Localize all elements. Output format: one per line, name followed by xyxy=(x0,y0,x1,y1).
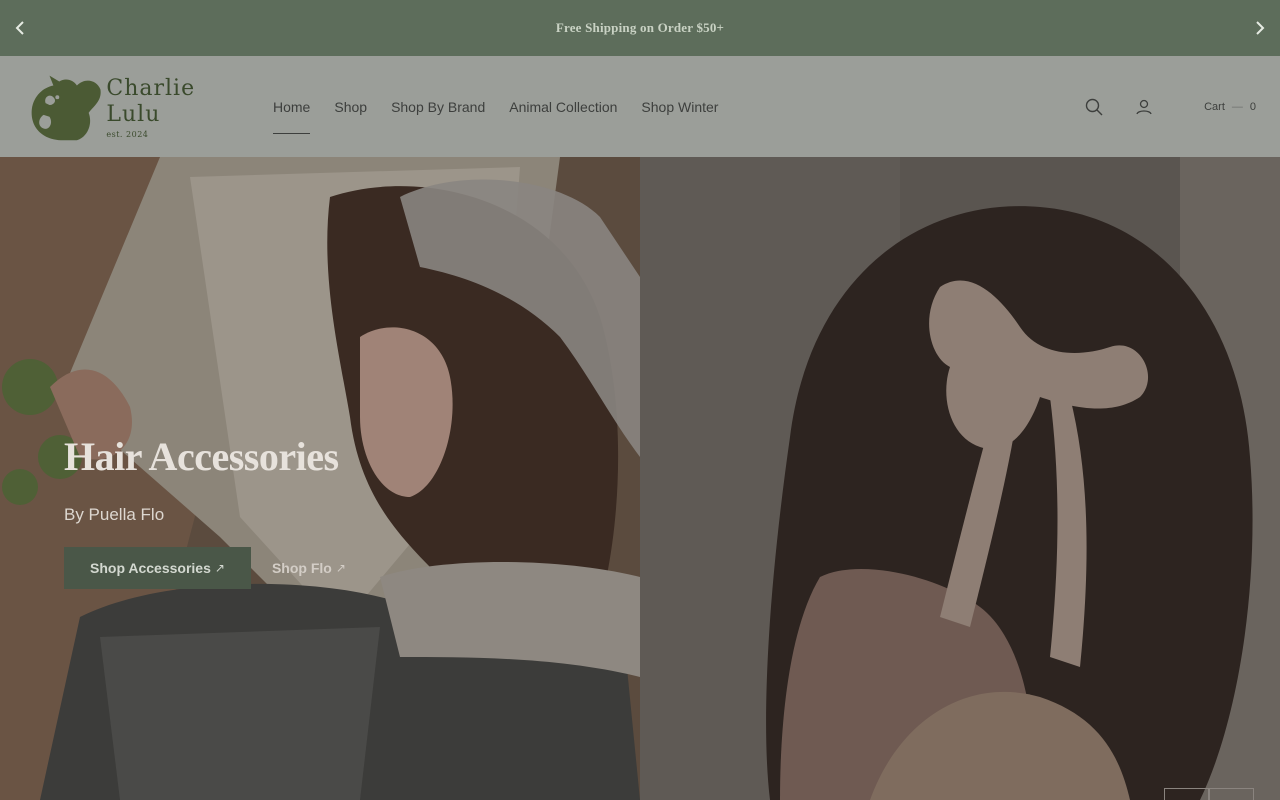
squirrel-logo-icon xyxy=(31,75,101,141)
hero-subtitle: By Puella Flo xyxy=(64,505,165,524)
nav-item-shop[interactable]: Shop xyxy=(334,56,367,157)
hero-image-right xyxy=(640,157,1280,800)
nav-item-animal-collection[interactable]: Animal Collection xyxy=(509,56,617,157)
announcement-bar: Free Shipping on Order $50+ xyxy=(0,0,1280,56)
hero-ctas: Shop Accessories ↗ Shop Flo ↗ xyxy=(64,547,346,589)
announcement-text: Free Shipping on Order $50+ xyxy=(555,20,725,35)
cart-separator: — xyxy=(1231,100,1243,113)
header-tools: Cart — 0 xyxy=(1054,56,1256,157)
slider-controls xyxy=(1164,788,1254,800)
nav-item-shop-by-brand[interactable]: Shop By Brand xyxy=(391,56,485,157)
hero-banner: Hair Accessories By Puella Flo Shop Acce… xyxy=(0,157,1280,800)
logo-name: Charlie Lulu xyxy=(106,75,196,127)
announcement-next-button[interactable] xyxy=(1248,16,1272,40)
main-nav: Home Shop Shop By Brand Animal Collectio… xyxy=(273,56,742,157)
search-button[interactable] xyxy=(1084,97,1104,117)
cart-label: Cart xyxy=(1204,100,1225,113)
slider-prev-button[interactable] xyxy=(1164,788,1209,800)
slider-next-button[interactable] xyxy=(1209,788,1254,800)
hero-title: Hair Accessories xyxy=(64,434,339,479)
shop-accessories-label: Shop Accessories xyxy=(90,560,211,576)
site-header: Charlie Lulu est. 2024 Home Shop Shop By… xyxy=(0,56,1280,157)
search-icon xyxy=(1085,98,1103,115)
chevron-left-icon xyxy=(15,21,24,35)
nav-item-shop-winter[interactable]: Shop Winter xyxy=(641,56,718,157)
shop-accessories-button[interactable]: Shop Accessories ↗ xyxy=(64,547,251,589)
external-arrow-icon: ↗ xyxy=(214,561,225,575)
cart-button[interactable]: Cart — 0 xyxy=(1204,101,1256,113)
hero-content: Hair Accessories By Puella Flo Shop Acce… xyxy=(64,434,346,589)
cart-count: 0 xyxy=(1249,100,1256,113)
external-arrow-icon: ↗ xyxy=(335,561,346,575)
user-icon xyxy=(1136,99,1152,114)
shop-flo-link[interactable]: Shop Flo ↗ xyxy=(272,560,346,576)
logo-tagline: est. 2024 xyxy=(106,129,149,139)
chevron-right-icon xyxy=(1256,21,1265,35)
shop-flo-label: Shop Flo xyxy=(271,560,332,576)
account-button[interactable] xyxy=(1134,97,1154,117)
nav-item-home[interactable]: Home xyxy=(273,56,311,157)
logo[interactable]: Charlie Lulu est. 2024 xyxy=(24,69,254,145)
announcement-prev-button[interactable] xyxy=(8,16,32,40)
hero-photo-right xyxy=(640,157,1280,800)
